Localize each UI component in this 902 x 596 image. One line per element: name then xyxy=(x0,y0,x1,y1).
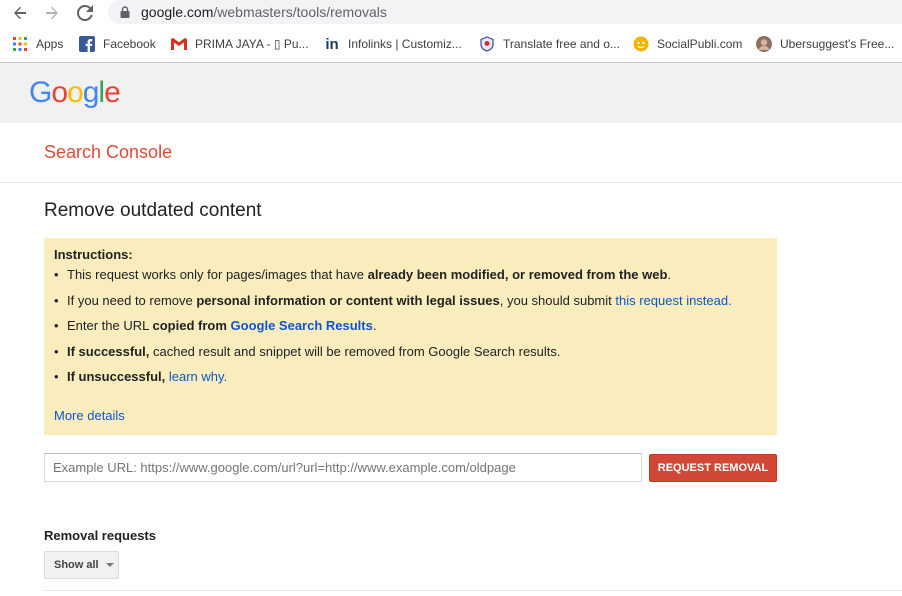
back-button[interactable] xyxy=(10,3,30,23)
instruction-bold: If unsuccessful, xyxy=(67,369,166,385)
bookmark-translate[interactable]: Translate free and o... xyxy=(479,34,620,54)
instruction-text: . xyxy=(667,267,672,282)
logo-letter: o xyxy=(67,76,84,109)
legal-request-link[interactable]: this request instead xyxy=(615,293,728,308)
browser-toolbar: google.com/webmasters/tools/removals xyxy=(0,0,902,26)
logo-letter: g xyxy=(82,76,100,109)
apps-grid-icon xyxy=(12,36,28,52)
caret-down-icon xyxy=(105,563,114,567)
removal-requests-title: Removal requests xyxy=(44,528,156,543)
more-details-link[interactable]: More details xyxy=(54,408,125,423)
socialpubli-icon xyxy=(633,36,649,52)
google-header: Google xyxy=(0,63,902,123)
bookmark-label: Apps xyxy=(36,37,64,51)
logo-letter: o xyxy=(51,76,68,109)
instructions-box: Instructions: This request works only fo… xyxy=(44,238,777,435)
instruction-bold: copied from xyxy=(152,318,231,334)
instruction-bold: already been modified, or removed from t… xyxy=(367,267,668,282)
instruction-text: If you need to remove xyxy=(67,292,197,308)
bookmark-ubersuggest[interactable]: Ubersuggest's Free... xyxy=(756,34,894,54)
bookmark-label: Translate free and o... xyxy=(503,37,620,51)
list-item: This request works only for pages/images… xyxy=(54,266,732,292)
instruction-text: Enter the URL xyxy=(67,318,153,334)
filter-label: Show all xyxy=(54,559,99,571)
bookmark-apps[interactable]: Apps xyxy=(12,34,63,54)
bookmark-infolinks[interactable]: in Infolinks | Customiz... xyxy=(324,34,462,54)
url-host: google.com xyxy=(141,4,214,20)
instruction-text: . xyxy=(728,292,732,308)
bookmarks-bar: Apps Facebook PRIMA JAYA - ▯ Pu... in In… xyxy=(0,30,902,58)
request-removal-button[interactable]: REQUEST REMOVAL xyxy=(649,454,777,482)
learn-why-link[interactable]: learn why xyxy=(169,369,224,384)
instruction-text: . xyxy=(223,369,228,385)
reload-icon xyxy=(77,5,93,21)
instruction-bold: personal information or content with leg… xyxy=(196,292,500,308)
ubersuggest-avatar-icon xyxy=(756,36,772,52)
lock-icon xyxy=(120,6,130,18)
translate-icon xyxy=(479,36,495,52)
bookmark-label: Facebook xyxy=(103,37,156,51)
bookmark-label: SocialPubli.com xyxy=(657,37,743,51)
instructions-list: This request works only for pages/images… xyxy=(54,266,732,394)
instruction-text: cached result and snippet will be remove… xyxy=(149,343,561,359)
logo-letter: G xyxy=(29,76,52,109)
page-title: Remove outdated content xyxy=(44,200,262,221)
instruction-text: , you should submit xyxy=(499,292,616,308)
instructions-heading: Instructions: xyxy=(54,247,133,262)
facebook-icon xyxy=(79,36,95,52)
search-console-title[interactable]: Search Console xyxy=(44,142,172,163)
bookmark-facebook[interactable]: Facebook xyxy=(79,34,156,54)
infolinks-icon: in xyxy=(325,35,339,53)
divider xyxy=(44,590,902,591)
forward-button[interactable] xyxy=(42,3,62,23)
url-path: /webmasters/tools/removals xyxy=(213,4,387,20)
url-text: google.com/webmasters/tools/removals xyxy=(141,4,387,20)
reload-button[interactable] xyxy=(75,3,95,23)
bookmark-prima-jaya[interactable]: PRIMA JAYA - ▯ Pu... xyxy=(171,34,309,54)
google-search-results-link[interactable]: Google Search Results xyxy=(231,318,373,333)
list-item: If successful, cached result and snippet… xyxy=(54,343,732,369)
instruction-text: . xyxy=(372,318,377,334)
arrow-right-icon xyxy=(46,6,58,20)
address-bar[interactable]: google.com/webmasters/tools/removals xyxy=(108,0,902,24)
url-input[interactable] xyxy=(44,453,642,482)
bookmark-label: Ubersuggest's Free... xyxy=(780,37,895,51)
bookmark-label: PRIMA JAYA - ▯ Pu... xyxy=(195,37,309,51)
bookmark-socialpubli[interactable]: SocialPubli.com xyxy=(633,34,742,54)
search-console-bar: Search Console xyxy=(0,123,902,183)
list-item: Enter the URL copied from Google Search … xyxy=(54,317,732,343)
gmail-icon xyxy=(171,36,187,52)
instruction-bold: If successful, xyxy=(67,343,150,359)
google-logo[interactable]: Google xyxy=(29,76,121,110)
bookmark-label: Infolinks | Customiz... xyxy=(348,37,462,51)
logo-letter: e xyxy=(104,76,121,109)
show-all-dropdown[interactable]: Show all xyxy=(44,551,119,579)
instruction-text: This request works only for pages/images… xyxy=(67,267,368,282)
list-item: If unsuccessful, learn why. xyxy=(54,368,732,394)
list-item: If you need to remove personal informati… xyxy=(54,292,732,318)
arrow-left-icon xyxy=(14,6,26,20)
